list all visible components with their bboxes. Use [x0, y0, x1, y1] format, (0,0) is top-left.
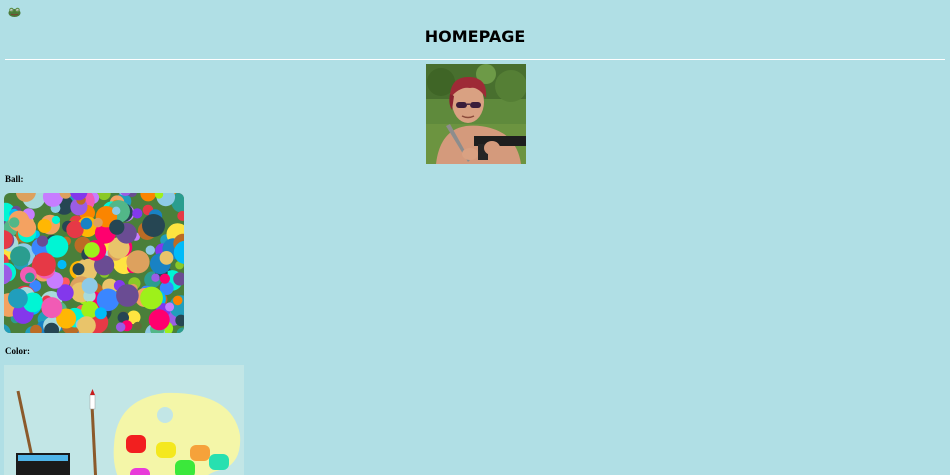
title-divider	[5, 59, 945, 60]
color-thumbnail-link[interactable]	[4, 365, 244, 475]
ball-thumbnail-link[interactable]	[4, 193, 184, 333]
frog-icon	[8, 4, 21, 17]
ball-section-label: Ball:	[5, 174, 24, 184]
profile-photo	[426, 64, 526, 164]
page-title: HOMEPAGE	[424, 27, 526, 46]
color-section-label: Color:	[5, 346, 30, 356]
